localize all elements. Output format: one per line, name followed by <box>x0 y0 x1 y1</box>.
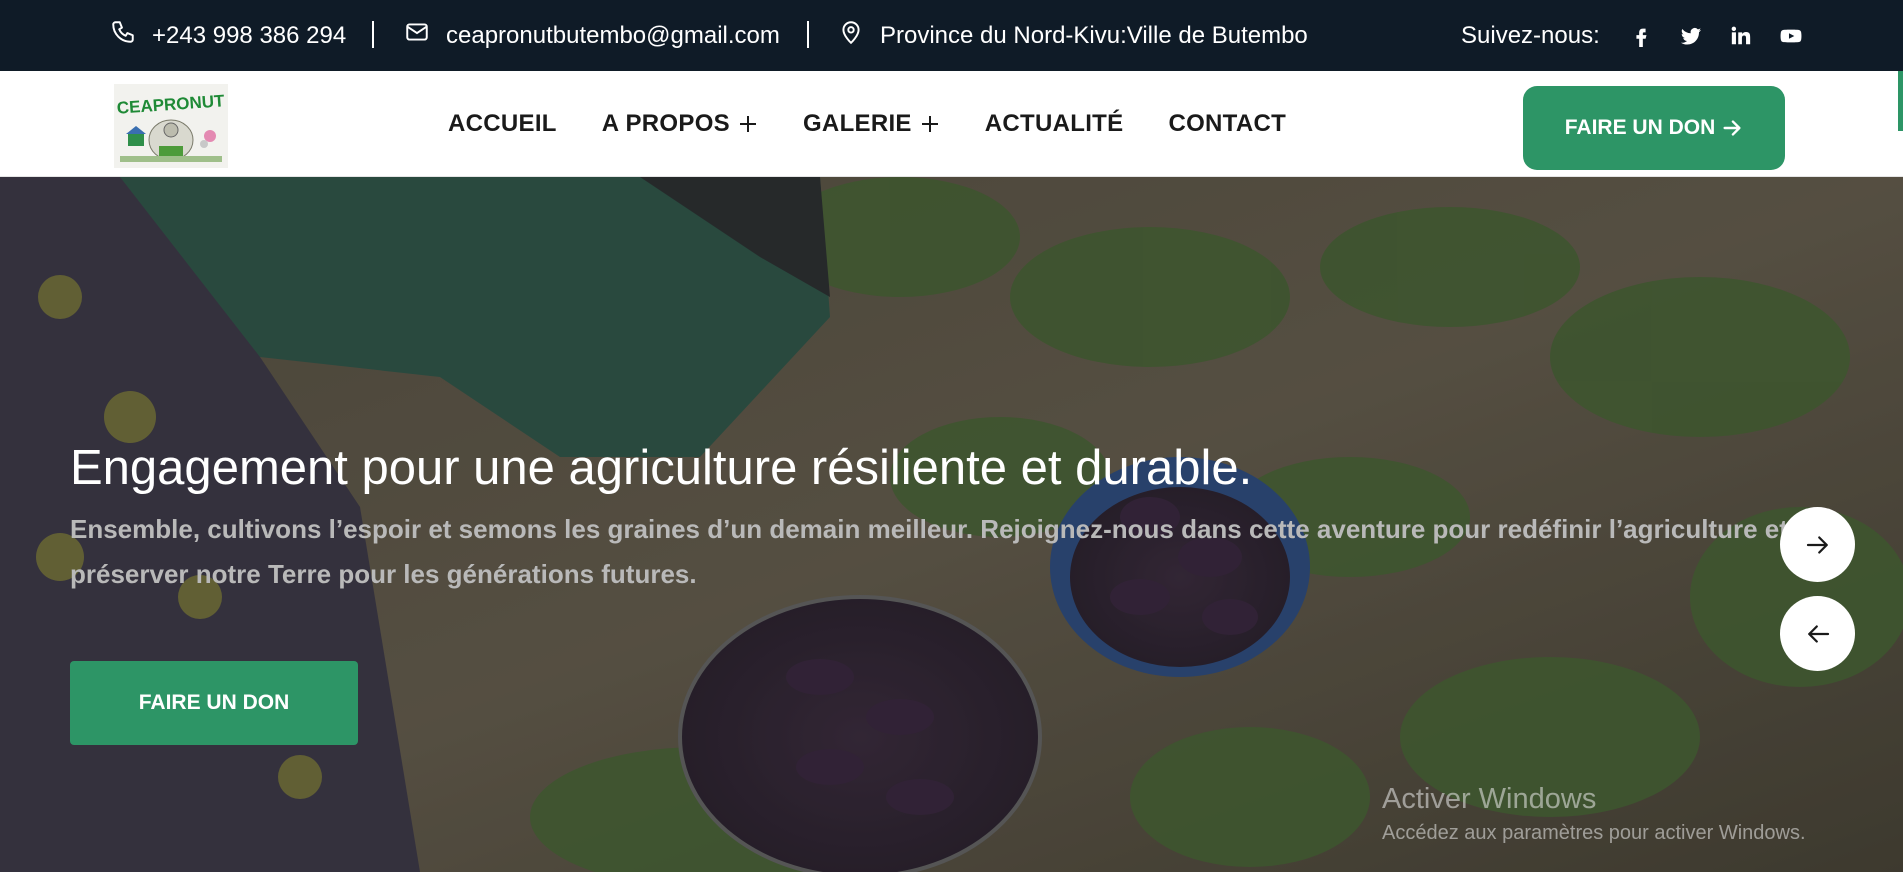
nav-contact[interactable]: CONTACT <box>1168 110 1286 138</box>
slider-prev-button[interactable] <box>1780 596 1855 671</box>
nav-a-propos[interactable]: A PROPOS <box>602 110 758 138</box>
phone-number: +243 998 386 294 <box>152 21 347 49</box>
donate-label: FAIRE UN DON <box>1564 116 1716 139</box>
nav-label: ACCUEIL <box>448 110 557 137</box>
email-address: ceapronutbutembo@gmail.com <box>446 21 780 49</box>
slider-next-button[interactable] <box>1780 507 1855 582</box>
main-nav: ACCUEIL A PROPOS GALERIE ACTUALITÉ CONTA… <box>448 71 1331 177</box>
site-logo[interactable]: CEAPRONUT <box>114 84 228 168</box>
plus-icon <box>921 116 938 132</box>
phone-icon <box>110 19 152 52</box>
separator <box>372 21 374 48</box>
windows-activation-watermark: Activer Windows Accédez aux paramètres p… <box>1382 783 1806 845</box>
nav-galerie[interactable]: GALERIE <box>803 110 940 138</box>
hero-slider: Engagement pour une agriculture résilien… <box>0 177 1903 872</box>
logo-image: CEAPRONUT <box>114 84 228 168</box>
nav-label: A PROPOS <box>601 110 730 137</box>
hero-title: Engagement pour une agriculture résilien… <box>70 441 1253 495</box>
address-text: Province du Nord-Kivu:Ville de Butembo <box>880 21 1308 49</box>
youtube-icon[interactable] <box>1779 24 1803 48</box>
watermark-title: Activer Windows <box>1382 783 1597 815</box>
donate-button-header[interactable]: FAIRE UN DON <box>1523 86 1785 170</box>
nav-actualite[interactable]: ACTUALITÉ <box>985 110 1124 138</box>
follow-label: Suivez-nous: <box>1461 21 1600 49</box>
separator <box>807 21 809 48</box>
watermark-subtitle: Accédez aux paramètres pour activer Wind… <box>1382 822 1806 844</box>
donate-button-hero[interactable]: FAIRE UN DON <box>70 661 358 745</box>
nav-label: ACTUALITÉ <box>984 110 1124 137</box>
arrow-right-icon <box>1723 120 1741 136</box>
arrow-right-icon <box>1806 535 1828 554</box>
address-contact: Province du Nord-Kivu:Ville de Butembo <box>838 0 1308 71</box>
hero-subtitle: Ensemble, cultivons l’espoir et semons l… <box>70 514 1788 589</box>
facebook-icon[interactable] <box>1629 24 1653 48</box>
arrow-left-icon <box>1807 624 1829 643</box>
twitter-icon[interactable] <box>1679 24 1703 48</box>
top-contact-bar: +243 998 386 294 ceapronutbutembo@gmail.… <box>0 0 1903 71</box>
map-pin-icon <box>838 19 880 52</box>
social-links: Suivez-nous: <box>1461 0 1816 71</box>
donate-label: FAIRE UN DON <box>138 691 290 714</box>
linkedin-icon[interactable] <box>1729 24 1753 48</box>
nav-label: CONTACT <box>1168 110 1287 137</box>
mail-icon <box>404 19 446 52</box>
email-contact[interactable]: ceapronutbutembo@gmail.com <box>404 0 780 71</box>
scroll-indicator <box>1898 71 1903 131</box>
main-header: CEAPRONUT ACCUEIL A PROPOS GALERIE ACTUA… <box>0 71 1903 177</box>
nav-accueil[interactable]: ACCUEIL <box>448 110 557 138</box>
plus-icon <box>739 116 756 132</box>
nav-label: GALERIE <box>802 110 912 137</box>
phone-contact[interactable]: +243 998 386 294 <box>110 0 346 71</box>
